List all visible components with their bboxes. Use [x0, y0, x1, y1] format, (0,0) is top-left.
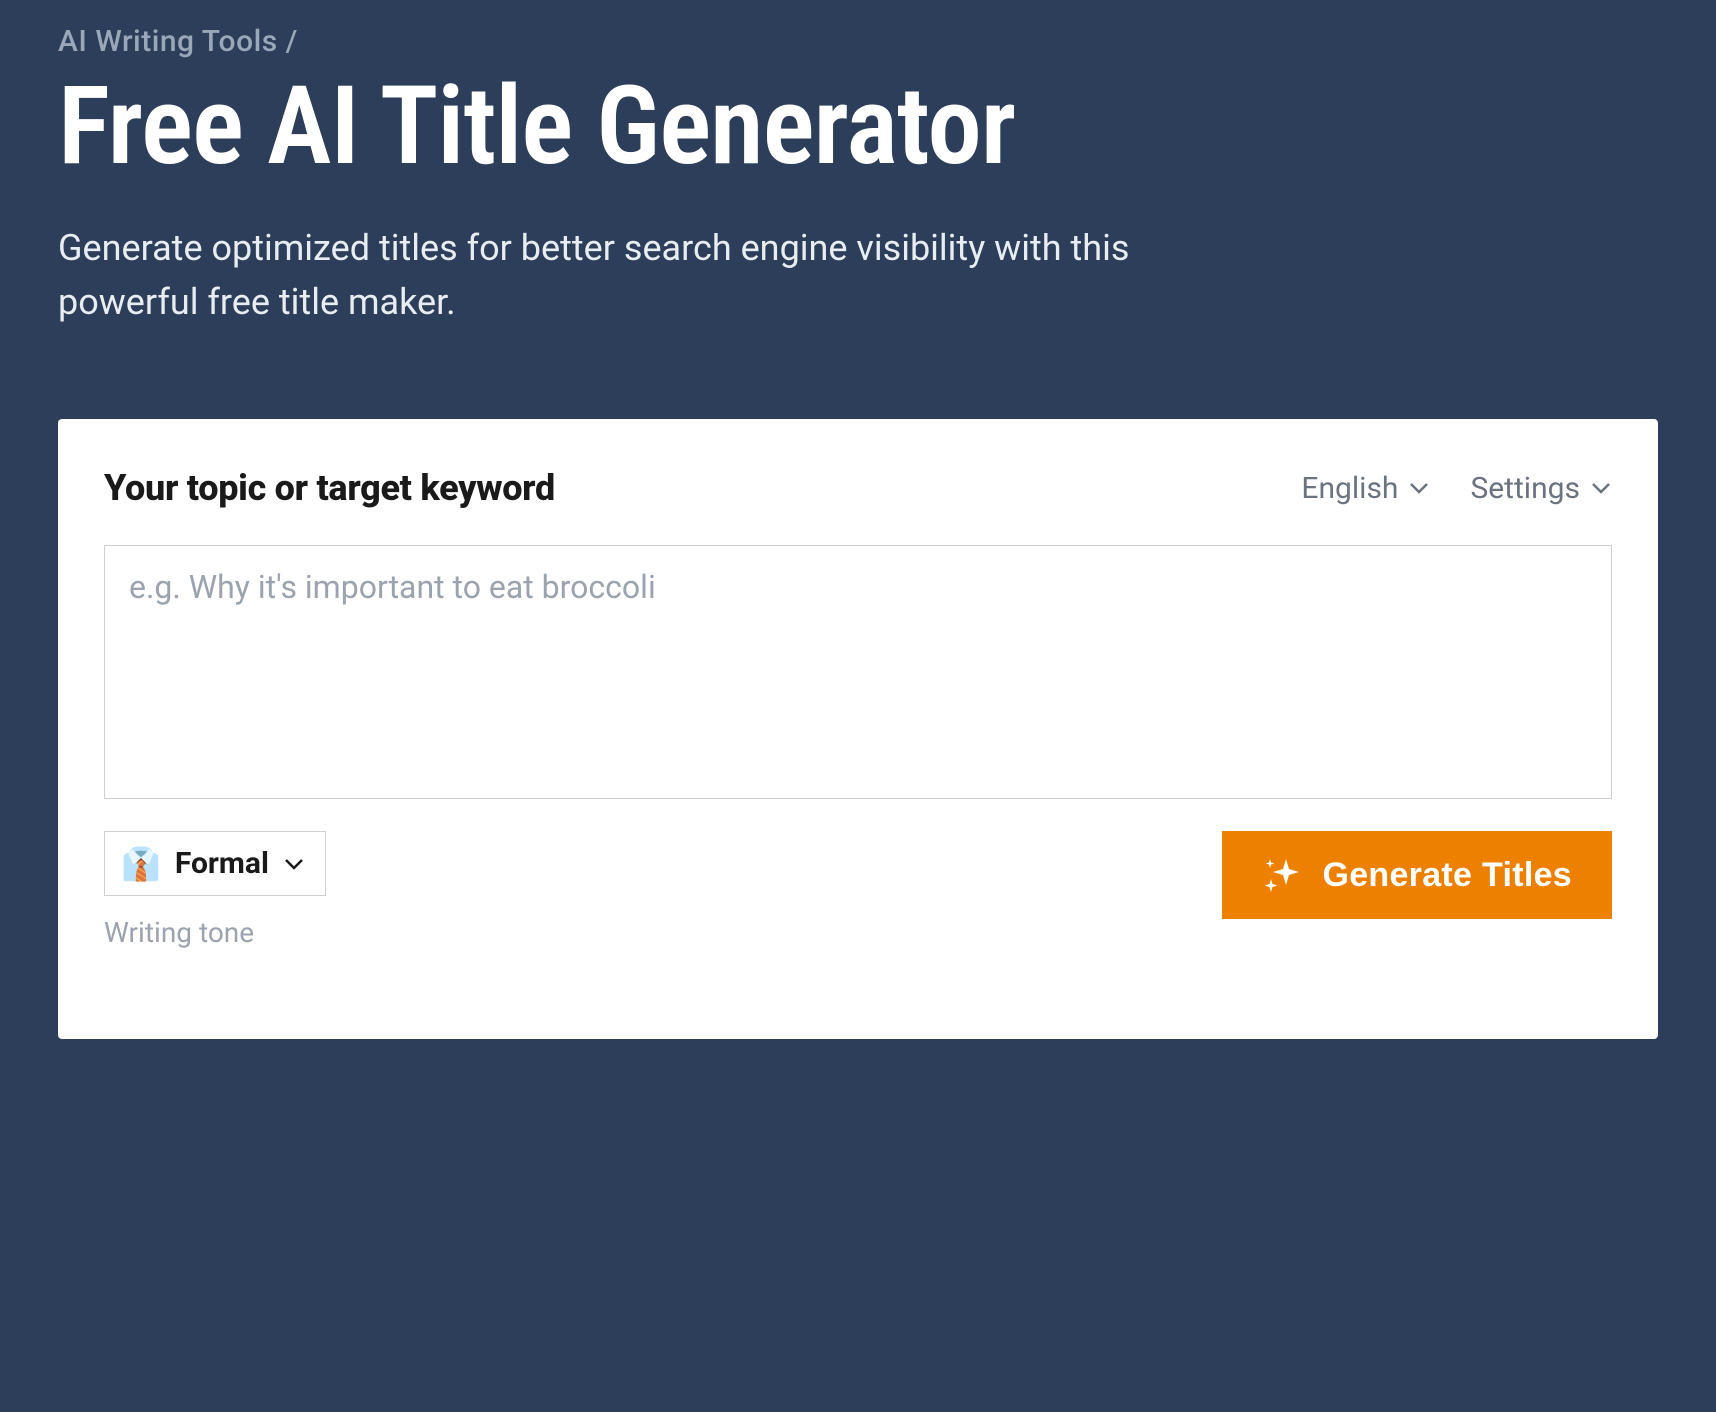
generate-titles-button[interactable]: Generate Titles [1222, 831, 1612, 919]
card-header: Your topic or target keyword English Set… [104, 467, 1612, 509]
generate-button-label: Generate Titles [1322, 856, 1572, 895]
language-selector[interactable]: English [1301, 471, 1430, 506]
sparkles-icon [1262, 855, 1302, 895]
chevron-down-icon [1408, 477, 1430, 499]
language-selected-label: English [1301, 471, 1398, 506]
card-heading: Your topic or target keyword [104, 467, 555, 509]
tone-caption: Writing tone [104, 916, 326, 949]
topic-input[interactable] [104, 545, 1612, 799]
tone-selector[interactable]: 👔 Formal [104, 831, 326, 896]
necktie-icon: 👔 [121, 848, 161, 880]
settings-label: Settings [1470, 471, 1580, 506]
breadcrumb: AI Writing Tools / [58, 24, 1658, 59]
breadcrumb-parent-link[interactable]: AI Writing Tools [58, 24, 278, 59]
chevron-down-icon [1590, 477, 1612, 499]
card-footer: 👔 Formal Writing tone Generate Titl [104, 831, 1612, 949]
page-title: Free AI Title Generator [58, 69, 1658, 183]
tone-selected-label: Formal [175, 846, 269, 881]
breadcrumb-separator: / [286, 24, 298, 59]
tone-group: 👔 Formal Writing tone [104, 831, 326, 949]
card-controls: English Settings [1301, 471, 1612, 506]
generator-card: Your topic or target keyword English Set… [58, 419, 1658, 1039]
chevron-down-icon [283, 853, 305, 875]
settings-selector[interactable]: Settings [1470, 471, 1612, 506]
page-subtitle: Generate optimized titles for better sea… [58, 221, 1158, 329]
